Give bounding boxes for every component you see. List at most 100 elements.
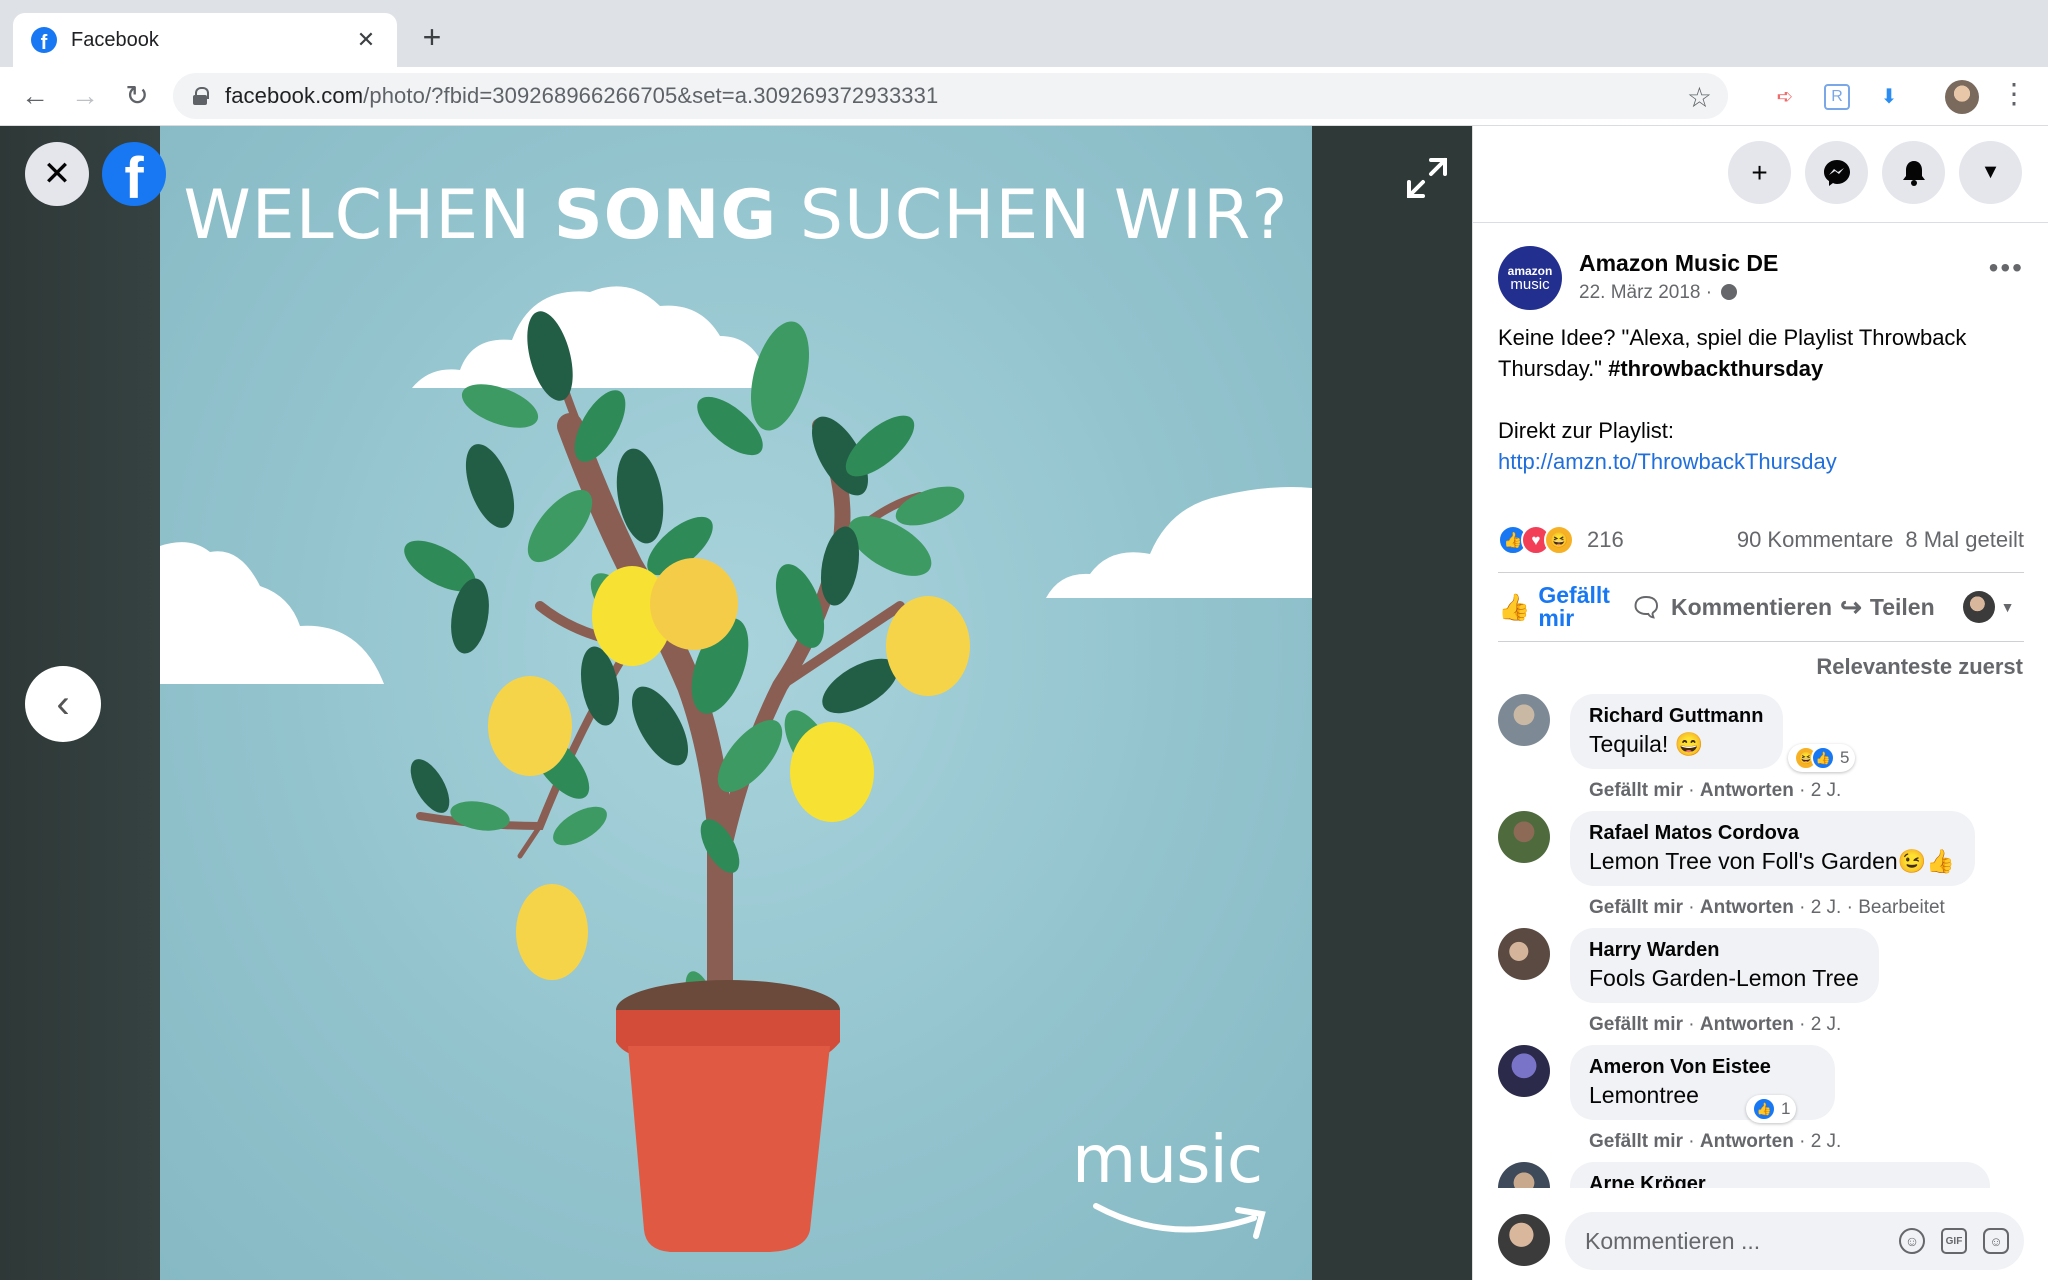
- messenger-button[interactable]: [1805, 141, 1868, 204]
- lemon-tree-illustration: [160, 286, 1312, 1252]
- caret-down-icon: ▼: [1980, 161, 2001, 183]
- thumbs-up-icon: 👍: [1498, 591, 1531, 622]
- comment-edited-label[interactable]: Bearbeitet: [1858, 897, 1945, 918]
- like-label: Gefällt mir: [1538, 582, 1610, 631]
- comment-label: Kommentieren: [1671, 593, 1833, 620]
- page-name-link[interactable]: Amazon Music DE: [1579, 250, 1778, 277]
- account-menu-button[interactable]: ▼: [1959, 141, 2022, 204]
- post-text-line2: Direkt zur Playlist:: [1498, 418, 1675, 443]
- commenter-avatar[interactable]: [1498, 1045, 1550, 1097]
- reload-icon[interactable]: ↻: [118, 77, 156, 115]
- comment-bubble: Rafael Matos Cordova Lemon Tree von Foll…: [1570, 811, 1975, 886]
- like-reaction-icon: 👍: [1752, 1097, 1776, 1121]
- playlist-link[interactable]: http://amzn.to/ThrowbackThursday: [1498, 449, 1837, 474]
- share-count[interactable]: 8 Mal geteilt: [1905, 527, 2024, 553]
- browser-tab[interactable]: f Facebook ✕: [13, 13, 397, 67]
- tab-close-icon[interactable]: ✕: [353, 27, 379, 53]
- comment-reactions[interactable]: 😆 👍 5: [1788, 744, 1856, 772]
- comment-text: Tequila! 😄: [1589, 731, 1704, 757]
- share-label: Teilen: [1869, 593, 1935, 620]
- post-options-icon[interactable]: •••: [1989, 252, 2024, 284]
- like-button[interactable]: 👍 Gefällt mir: [1498, 584, 1626, 630]
- reaction-count[interactable]: 216: [1587, 527, 1624, 553]
- comment-like-link[interactable]: Gefällt mir: [1589, 897, 1683, 918]
- comment-reply-link[interactable]: Antworten: [1700, 897, 1794, 918]
- commenter-name[interactable]: Harry Warden: [1589, 938, 1859, 963]
- comment-time[interactable]: 2 J.: [1811, 780, 1842, 801]
- comment-reply-link[interactable]: Antworten: [1700, 1014, 1794, 1035]
- commenter-avatar[interactable]: [1498, 928, 1550, 980]
- extension-arrow-icon[interactable]: ➪: [1772, 84, 1798, 110]
- close-viewer-button[interactable]: ✕: [25, 142, 89, 206]
- address-bar[interactable]: facebook.com/photo/?fbid=309268966266705…: [173, 73, 1728, 119]
- comment-item: Richard Guttmann Tequila! 😄 😆 👍 5 Gefällt …: [1498, 694, 2024, 811]
- sticker-icon[interactable]: ☺: [1983, 1228, 2009, 1254]
- globe-icon: [1721, 284, 1738, 300]
- lock-icon[interactable]: [193, 87, 209, 105]
- share-arrow-icon: ↪: [1840, 591, 1862, 622]
- comment-time[interactable]: 2 J.: [1811, 1014, 1842, 1035]
- post-as-selector[interactable]: ▼: [1962, 591, 2014, 623]
- post-timestamp[interactable]: 22. März 2018 ·: [1579, 282, 1738, 304]
- comment-reactions[interactable]: 👍 1: [1746, 1095, 1797, 1123]
- comment-item: Ameron Von Eistee Lemontree 👍 1 Gefällt m…: [1498, 1045, 2024, 1162]
- chevron-left-icon: ‹: [56, 681, 70, 726]
- plus-icon: +: [1751, 156, 1768, 188]
- reaction-count: 5: [1840, 748, 1850, 767]
- facebook-logo-icon[interactable]: f: [102, 142, 166, 206]
- comment-text: Lemontree: [1589, 1082, 1699, 1108]
- comment-like-link[interactable]: Gefällt mir: [1589, 1014, 1683, 1035]
- previous-photo-button[interactable]: ‹: [25, 666, 101, 742]
- divider: [1473, 222, 2048, 223]
- notifications-button[interactable]: [1882, 141, 1945, 204]
- share-button[interactable]: ↪ Teilen: [1840, 592, 1935, 623]
- post-date: 22. März 2018 ·: [1579, 282, 1718, 303]
- post-actions: 👍 Gefällt mir 🗨 Kommentieren ↪ Teilen ▼: [1498, 572, 2024, 642]
- hashtag-link[interactable]: #throwbackthursday: [1608, 356, 1823, 381]
- post-header: amazon music Amazon Music DE 22. März 201…: [1498, 246, 2024, 316]
- post-photo: WELCHEN SONG SUCHEN WIR? music: [160, 126, 1312, 1280]
- reaction-icons[interactable]: 👍 ♥ 😆: [1498, 525, 1574, 555]
- comment-reply-link[interactable]: Antworten: [1700, 1131, 1794, 1152]
- commenter-name[interactable]: Rafael Matos Cordova: [1589, 821, 1955, 846]
- commenter-name[interactable]: Ameron Von Eistee: [1589, 1055, 1771, 1080]
- commenter-avatar[interactable]: [1498, 694, 1550, 746]
- extension-download-icon[interactable]: ⬇: [1876, 84, 1902, 110]
- comment-like-link[interactable]: Gefällt mir: [1589, 780, 1683, 801]
- comment-like-link[interactable]: Gefällt mir: [1589, 1131, 1683, 1152]
- chrome-menu-icon[interactable]: ⋮: [2000, 79, 2028, 115]
- url-path: /photo/?fbid=309268966266705&set=a.30926…: [363, 83, 939, 108]
- comment-meta: Gefällt mir · Antworten · 2 J.: [1589, 780, 1842, 801]
- facebook-favicon-icon: f: [31, 27, 57, 53]
- commenter-avatar[interactable]: [1498, 811, 1550, 863]
- url-host: facebook.com: [225, 83, 364, 108]
- close-icon: ✕: [42, 155, 72, 193]
- comment-bubble: Harry Warden Fools Garden-Lemon Tree: [1570, 928, 1879, 1003]
- fullscreen-expand-icon[interactable]: [1405, 156, 1449, 200]
- tab-title: Facebook: [71, 28, 159, 51]
- chrome-profile-avatar[interactable]: [1945, 80, 1979, 114]
- comment-button[interactable]: 🗨 Kommentieren: [1630, 549, 1832, 666]
- browser-tab-strip: f Facebook ✕ +: [0, 0, 2048, 67]
- comment-meta: Gefällt mir · Antworten · 2 J.: [1589, 1014, 1842, 1035]
- like-reaction-icon: 👍: [1811, 746, 1835, 770]
- user-avatar: [1962, 591, 1995, 623]
- new-tab-icon[interactable]: +: [415, 20, 449, 54]
- url-text: facebook.com/photo/?fbid=309268966266705…: [225, 83, 938, 109]
- extension-r-icon[interactable]: R: [1824, 84, 1850, 110]
- bookmark-star-icon[interactable]: ☆: [1687, 81, 1712, 114]
- forward-arrow-icon[interactable]: →: [66, 77, 104, 115]
- comment-sort-selector[interactable]: Relevanteste zuerst: [1816, 654, 2023, 680]
- comment-time[interactable]: 2 J.: [1811, 1131, 1842, 1152]
- comment-time[interactable]: 2 J.: [1811, 897, 1842, 918]
- user-avatar[interactable]: [1498, 1214, 1550, 1266]
- comment-bubble: Richard Guttmann Tequila! 😄: [1570, 694, 1784, 769]
- comment-item: Harry Warden Fools Garden-Lemon Tree Gef…: [1498, 928, 2024, 1045]
- page-avatar[interactable]: amazon music: [1498, 246, 1562, 310]
- create-button[interactable]: +: [1728, 141, 1791, 204]
- back-arrow-icon[interactable]: ←: [16, 77, 54, 115]
- commenter-name[interactable]: Richard Guttmann: [1589, 704, 1763, 729]
- emoji-icon[interactable]: ☺: [1899, 1228, 1925, 1254]
- comment-reply-link[interactable]: Antworten: [1700, 780, 1794, 801]
- gif-icon[interactable]: GIF: [1941, 1228, 1967, 1254]
